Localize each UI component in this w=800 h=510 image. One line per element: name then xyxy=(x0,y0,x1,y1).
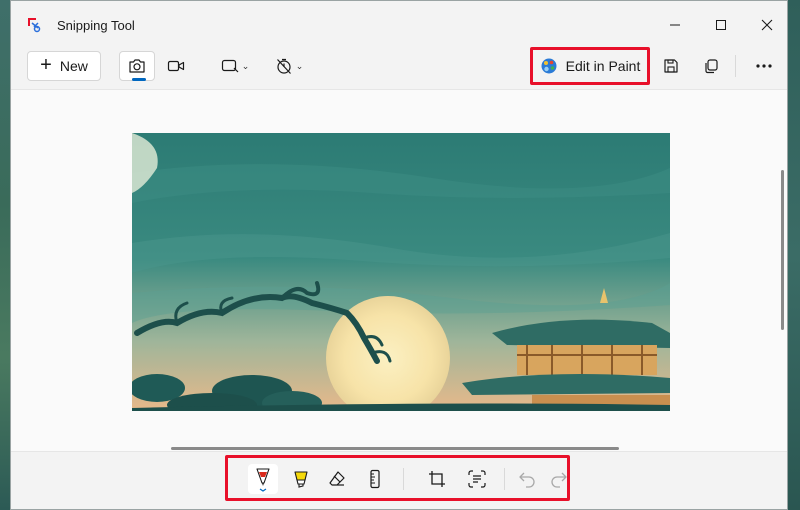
ruler-tool[interactable] xyxy=(360,464,390,494)
highlighter-icon xyxy=(294,471,308,488)
background-desktop-right xyxy=(788,0,800,510)
toolbar-separator xyxy=(735,55,736,77)
eraser-icon xyxy=(329,471,345,486)
app-title: Snipping Tool xyxy=(57,18,135,33)
snipping-area-dropdown[interactable]: ⌄ xyxy=(215,51,255,81)
ballpoint-pen-tool[interactable] xyxy=(248,464,278,494)
screenshot-mode-button[interactable] xyxy=(119,51,155,81)
copy-button[interactable] xyxy=(697,51,725,81)
landscape-illustration xyxy=(132,133,670,411)
tool-separator xyxy=(504,468,505,490)
plus-icon: + xyxy=(40,54,52,76)
redo-icon xyxy=(551,472,567,488)
chevron-down-icon: ⌄ xyxy=(295,60,304,71)
title-bar: Snipping Tool xyxy=(11,1,787,47)
markup-toolbar xyxy=(11,451,787,509)
markup-tools-group xyxy=(225,455,570,501)
captured-screenshot xyxy=(132,133,670,411)
edit-in-paint-button[interactable]: Edit in Paint xyxy=(530,47,650,85)
more-icon xyxy=(756,64,772,68)
copy-icon xyxy=(705,59,718,74)
no-timer-icon xyxy=(276,58,291,74)
save-button[interactable] xyxy=(657,51,685,81)
ballpoint-pen-icon xyxy=(256,468,270,492)
redo-button[interactable] xyxy=(544,464,574,494)
undo-button[interactable] xyxy=(512,464,542,494)
minimize-button[interactable] xyxy=(652,11,698,39)
delay-timer-dropdown[interactable]: ⌄ xyxy=(269,51,309,81)
save-icon xyxy=(664,59,678,73)
background-desktop-left xyxy=(0,0,10,510)
selected-indicator xyxy=(132,78,146,81)
maximize-icon xyxy=(716,20,726,30)
snipping-tool-app-icon xyxy=(28,18,41,33)
tool-separator xyxy=(403,468,404,490)
edit-in-paint-label: Edit in Paint xyxy=(565,58,641,74)
horizontal-scrollbar[interactable] xyxy=(171,447,619,450)
video-camera-icon xyxy=(167,60,185,72)
chevron-down-icon: ⌄ xyxy=(241,60,250,71)
canvas-area xyxy=(11,89,787,451)
crop-icon xyxy=(429,471,445,487)
close-button[interactable] xyxy=(744,11,787,39)
top-toolbar: + New ⌄ ⌄ Edit in Paint xyxy=(11,47,787,87)
text-actions-icon xyxy=(468,470,486,488)
vertical-scrollbar[interactable] xyxy=(781,170,784,330)
minimize-icon xyxy=(670,24,680,26)
highlighter-tool[interactable] xyxy=(286,464,316,494)
ruler-icon xyxy=(370,469,380,489)
more-options-button[interactable] xyxy=(749,51,779,81)
rectangle-snip-icon xyxy=(221,59,239,73)
close-icon xyxy=(761,19,773,31)
snipping-tool-window: Snipping Tool + New ⌄ ⌄ Edit in Paint xyxy=(10,0,788,510)
camera-icon xyxy=(129,59,145,73)
new-button-label: New xyxy=(59,58,88,74)
new-snip-button[interactable]: + New xyxy=(27,51,101,81)
maximize-button[interactable] xyxy=(698,11,744,39)
undo-icon xyxy=(519,472,535,488)
paint-icon xyxy=(541,58,557,74)
eraser-tool[interactable] xyxy=(322,464,352,494)
video-mode-button[interactable] xyxy=(159,51,193,81)
crop-tool[interactable] xyxy=(422,464,452,494)
text-actions-tool[interactable] xyxy=(462,464,492,494)
